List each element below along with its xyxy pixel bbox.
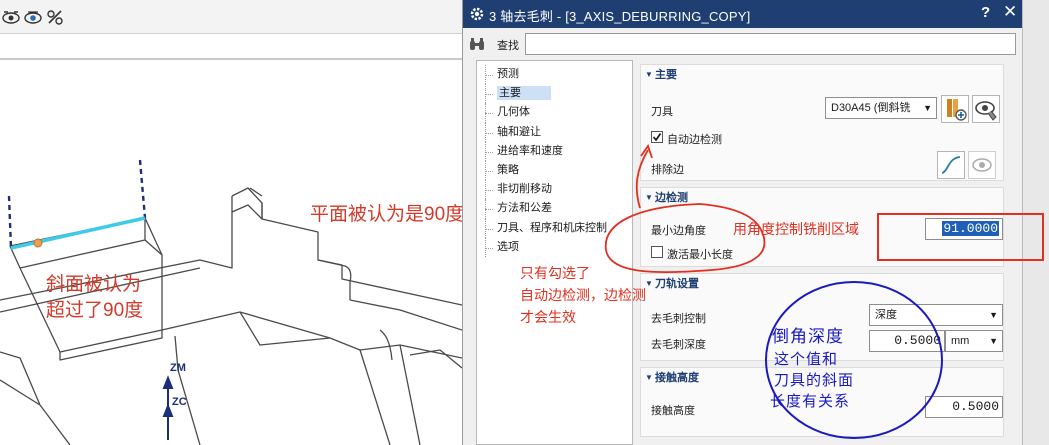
nav-item-label: 刀具、程序和机床控制 [497,221,607,234]
contact-height-label: 接触高度 [651,405,695,417]
callout-slope-line2: 超过了90度 [46,300,144,321]
contact-height-value: 0.5000 [952,399,999,414]
side-panel-strip [1022,0,1049,445]
collapse-triangle-icon: ▼ [645,70,653,79]
tool-label: 刀具 [651,106,673,118]
annotation-depth-note-1: 倒角深度 [772,327,844,347]
navigation-tree: 预测 主要 几何体 轴和避让 进给率和速度 策略 非切削移动 方法和公差 刀具、… [476,60,633,445]
tool-edit-icon [975,101,997,121]
binoculars-icon [470,38,484,50]
callout-plane-90: 平面被认为是90度 [310,204,462,225]
nav-item-label: 轴和避让 [497,125,541,138]
nav-item-label: 几何体 [497,106,530,119]
annotation-check-note-3: 才会生效 [520,309,576,325]
annotation-depth-note-4: 长度有关系 [770,392,851,410]
group-contact-header[interactable]: ▼ 接触高度 [641,368,699,388]
nav-item-axis-avoidance[interactable]: 轴和避让 [477,122,634,142]
curve-select-icon [941,156,961,174]
deburr-control-label: 去毛刺控制 [651,313,706,325]
edge-point-marker [33,238,43,248]
axis-zc-label: ZC [172,396,187,408]
annotation-depth-note-3: 刀具的斜面 [774,371,855,389]
min-angle-value: 91.0000 [942,221,999,236]
nav-item-method-tolerance[interactable]: 方法和公差 [477,199,634,219]
min-angle-input[interactable]: 91.0000 [925,218,1003,240]
group-toolpath-header[interactable]: ▼ 刀轨设置 [641,274,699,294]
group-toolpath: ▼ 刀轨设置 去毛刺控制 深度 ▼ 去毛刺深度 0.5000 mm ▼ [640,273,1004,361]
group-toolpath-title: 刀轨设置 [655,278,699,290]
group-edge-detect-title: 边检测 [655,192,688,204]
find-label: 查找 [497,40,519,52]
contact-height-input[interactable]: 0.5000 [925,396,1003,418]
tool-create-icon [947,99,967,121]
checkmark-icon [652,133,662,142]
tool-dropdown-value: D30A45 (倒斜铣 [831,102,911,114]
min-length-label: 激活最小长度 [667,249,733,261]
annotation-angle-note: 用角度控制铣削区域 [733,221,859,237]
tool-dropdown[interactable]: D30A45 (倒斜铣 ▼ [825,97,937,119]
nav-item-strategy[interactable]: 策略 [477,160,634,181]
nav-item-label: 进给率和速度 [497,144,563,157]
edit-tool-button[interactable] [972,95,1000,123]
gear-icon [470,7,484,21]
group-main-title: 主要 [655,69,677,81]
nav-item-geometry[interactable]: 几何体 [477,103,634,123]
deburr-depth-unit-dropdown[interactable]: mm ▼ [945,330,1003,352]
dialog-title: 3 轴去毛刺 - [3_AXIS_DEBURRING_COPY] [489,9,751,24]
find-bar: 查找 [463,28,1023,60]
eye-icon [972,158,992,172]
annotation-check-note-2: 自动边检测，边检测 [520,287,646,303]
exclude-edge-label: 排除边 [651,164,684,176]
deburr-control-value: 深度 [875,309,897,321]
group-edge-detect-header[interactable]: ▼ 边检测 [641,188,688,208]
deburr-depth-value: 0.5000 [894,333,941,348]
min-length-checkbox[interactable] [651,246,663,258]
highlighted-edge [10,216,146,250]
collapse-triangle-icon: ▼ [645,193,653,202]
close-button[interactable]: ✕ [1003,2,1017,22]
nav-item-main[interactable]: 主要 [477,84,634,104]
min-angle-label: 最小边角度 [651,225,706,237]
group-main: ▼ 主要 刀具 D30A45 (倒斜铣 ▼ 自动边检测 排除边 [640,64,1004,181]
nav-item-label: 非切削移动 [497,183,552,196]
annotation-depth-note-2: 这个值和 [774,350,839,368]
group-contact-title: 接触高度 [655,372,699,384]
nav-item-non-cutting[interactable]: 非切削移动 [477,180,634,200]
nav-item-preview[interactable]: 预测 [477,65,634,85]
deburr-depth-input[interactable]: 0.5000 [869,330,945,352]
nav-item-tool-program-machine[interactable]: 刀具、程序和机床控制 [477,218,634,238]
deburr-control-dropdown[interactable]: 深度 ▼ [869,304,1003,326]
show-edge-button[interactable] [968,151,996,179]
nav-item-label: 预测 [497,68,519,80]
nav-item-label: 主要 [497,86,551,101]
graphics-viewport[interactable]: 平面被认为是90度 斜面被认为 超过了90度 ZM ZC [0,0,462,445]
nav-item-options[interactable]: 选项 [477,237,634,258]
axis-zm-label: ZM [170,362,186,374]
deburr-depth-unit: mm [951,335,970,347]
nav-item-label: 选项 [497,240,519,253]
deburr-depth-label: 去毛刺深度 [651,339,706,351]
group-main-header[interactable]: ▼ 主要 [641,65,677,85]
annotation-check-note-1: 只有勾选了 [520,265,590,281]
collapse-triangle-icon: ▼ [645,373,653,382]
help-button[interactable]: ? [981,4,990,21]
callout-slope-line1: 斜面被认为 [46,274,142,295]
nav-item-feeds-speeds[interactable]: 进给率和速度 [477,141,634,162]
chevron-down-icon: ▼ [923,103,932,113]
collapse-triangle-icon: ▼ [645,279,653,288]
nav-item-label: 策略 [497,163,519,176]
create-tool-button[interactable] [941,95,969,123]
auto-edge-label: 自动边检测 [667,134,722,146]
find-input[interactable] [525,33,1016,55]
chevron-down-icon: ▼ [989,310,998,320]
auto-edge-checkbox[interactable] [651,131,663,143]
dialog-titlebar[interactable]: 3 轴去毛刺 - [3_AXIS_DEBURRING_COPY] ? ✕ [463,0,1023,28]
nav-item-label: 方法和公差 [497,202,552,215]
chevron-down-icon: ▼ [989,336,998,346]
select-edge-button[interactable] [937,151,965,179]
